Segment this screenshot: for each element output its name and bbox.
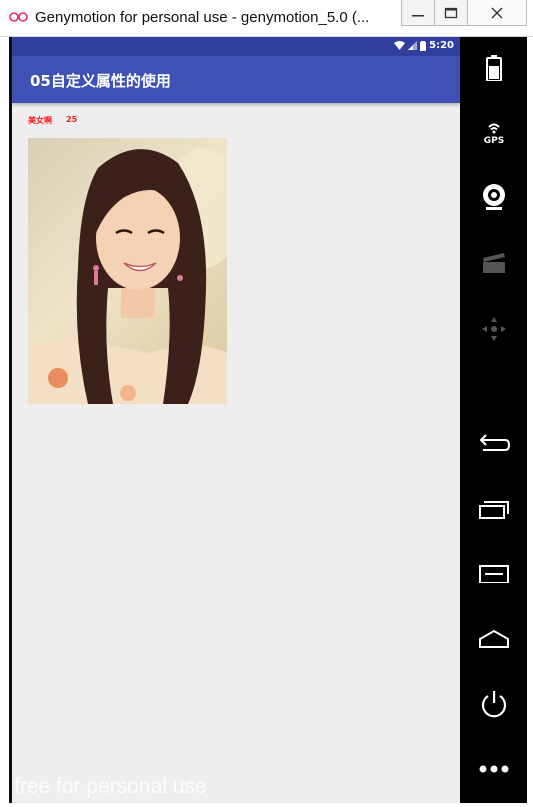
custom-age-text: 25 bbox=[66, 115, 78, 124]
status-icons: 5:20 bbox=[394, 40, 454, 51]
webcam-button[interactable] bbox=[460, 172, 527, 222]
watermark-text: free for personal use bbox=[14, 775, 207, 798]
portrait-image bbox=[28, 138, 227, 404]
menu-icon bbox=[478, 565, 509, 583]
battery-icon bbox=[485, 55, 502, 81]
genymotion-sidebar: GPS bbox=[460, 37, 527, 803]
app-toolbar: 05自定义属性的使用 bbox=[12, 56, 460, 103]
battery-button[interactable] bbox=[460, 43, 527, 93]
portrait-illustration bbox=[28, 148, 227, 404]
battery-status-icon bbox=[420, 40, 427, 51]
recent-apps-button[interactable] bbox=[460, 484, 527, 534]
power-icon bbox=[481, 691, 506, 718]
menu-button[interactable] bbox=[460, 549, 527, 599]
maximize-button[interactable] bbox=[434, 0, 468, 26]
android-screen: 5:20 05自定义属性的使用 美女啊 25 free for personal… bbox=[12, 37, 460, 803]
custom-name-text: 美女啊 bbox=[28, 116, 52, 125]
window-titlebar: Genymotion for personal use - genymotion… bbox=[0, 0, 533, 37]
gps-button[interactable]: GPS bbox=[460, 107, 527, 157]
gps-icon: GPS bbox=[483, 123, 504, 144]
minimize-button[interactable] bbox=[401, 0, 435, 26]
maximize-icon bbox=[444, 7, 458, 18]
minimize-icon bbox=[412, 14, 424, 16]
status-time: 5:20 bbox=[429, 40, 454, 51]
capture-icon bbox=[482, 253, 505, 273]
back-button[interactable] bbox=[460, 418, 527, 468]
home-icon bbox=[478, 629, 509, 648]
window-border-right bbox=[527, 37, 533, 807]
app-title: 05自定义属性的使用 bbox=[30, 72, 171, 90]
home-button[interactable] bbox=[460, 614, 527, 664]
more-button[interactable] bbox=[460, 744, 527, 794]
window-border-bottom bbox=[0, 803, 533, 807]
wifi-icon bbox=[394, 41, 406, 50]
power-button[interactable] bbox=[460, 679, 527, 729]
close-icon bbox=[491, 7, 503, 18]
close-button[interactable] bbox=[467, 0, 527, 26]
recent-apps-icon bbox=[478, 501, 509, 519]
custom-attribute-view: 美女啊 25 bbox=[28, 115, 77, 126]
window-title: Genymotion for personal use - genymotion… bbox=[35, 9, 370, 26]
dpad-icon bbox=[481, 317, 506, 341]
genymotion-logo-icon bbox=[9, 12, 28, 22]
signal-icon bbox=[408, 41, 418, 50]
webcam-icon bbox=[482, 184, 505, 210]
dpad-button[interactable] bbox=[460, 304, 527, 354]
capture-button[interactable] bbox=[460, 237, 527, 287]
gps-label: GPS bbox=[483, 136, 503, 144]
back-icon bbox=[479, 434, 510, 451]
status-bar: 5:20 bbox=[12, 37, 460, 56]
more-icon bbox=[479, 765, 508, 773]
